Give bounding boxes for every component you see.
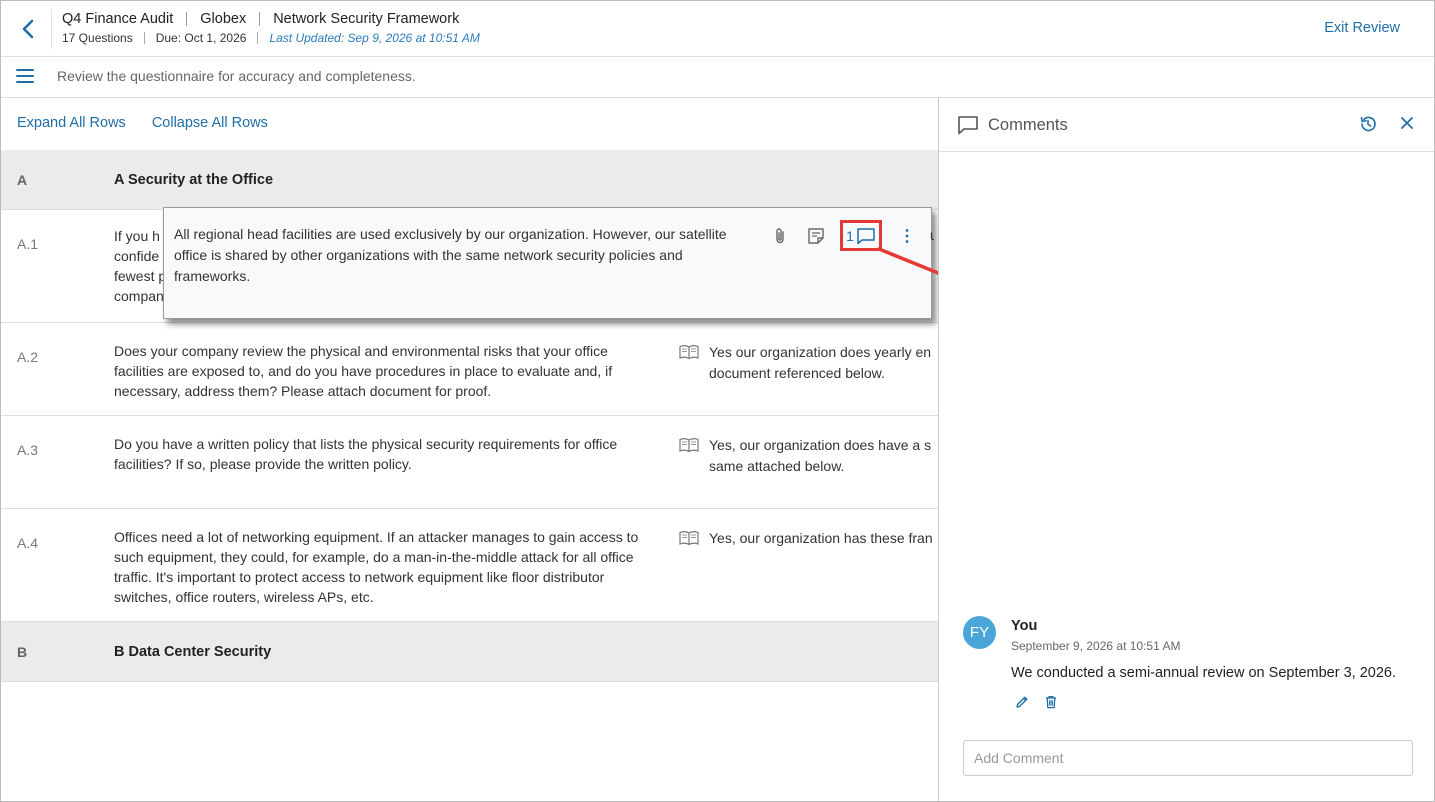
header-divider xyxy=(51,9,52,49)
question-text: Offices need a lot of networking equipme… xyxy=(114,529,639,605)
peek-text: u xyxy=(930,227,934,243)
note-button[interactable] xyxy=(806,226,826,246)
question-count: 17 Questions xyxy=(62,31,133,45)
trash-icon[interactable] xyxy=(1044,695,1058,709)
close-icon[interactable] xyxy=(1400,116,1414,130)
exit-review-button[interactable]: Exit Review xyxy=(1324,20,1400,36)
section-row-b[interactable]: B B Data Center Security xyxy=(1,622,938,682)
meta-info: 17 Questions Due: Oct 1, 2026 Last Updat… xyxy=(62,31,480,45)
section-name: B Data Center Security xyxy=(114,644,272,660)
book-icon xyxy=(679,437,699,453)
book-icon xyxy=(679,530,699,546)
back-button[interactable] xyxy=(15,15,41,43)
comment-timestamp: September 9, 2026 at 10:51 AM xyxy=(1011,639,1181,653)
due-date: Due: Oct 1, 2026 xyxy=(155,31,247,45)
questionnaire-pane: Expand All Rows Collapse All Rows A A Se… xyxy=(1,98,938,801)
expand-all-rows-link[interactable]: Expand All Rows xyxy=(17,115,126,131)
question-text: Do you have a written policy that lists … xyxy=(114,436,618,472)
question-row-a4[interactable]: A.4 Offices need a lot of networking equ… xyxy=(1,509,938,622)
history-icon[interactable] xyxy=(1359,115,1377,133)
section-name: A Security at the Office xyxy=(114,172,274,188)
note-icon xyxy=(808,228,824,244)
comment-icon xyxy=(958,116,978,135)
question-row-a2[interactable]: A.2 Does your company review the physica… xyxy=(1,323,938,416)
popover-answer-text: All regional head facilities are used ex… xyxy=(174,226,727,284)
book-icon xyxy=(679,344,699,360)
answer-text: Yes our organization does yearly en docu… xyxy=(709,344,932,381)
paperclip-icon xyxy=(776,228,784,244)
menu-icon[interactable] xyxy=(16,69,34,85)
instruction-text: Review the questionnaire for accuracy an… xyxy=(57,68,416,84)
question-text: Does your company review the physical an… xyxy=(114,343,613,399)
comment-body: We conducted a semi-annual review on Sep… xyxy=(1011,665,1397,681)
question-code: A.1 xyxy=(17,236,39,252)
question-code: A.4 xyxy=(17,535,39,551)
collapse-all-rows-link[interactable]: Collapse All Rows xyxy=(152,115,268,131)
comment-count: 1 xyxy=(846,227,854,244)
answer-popover: All regional head facilities are used ex… xyxy=(163,207,934,319)
question-code: A.2 xyxy=(17,349,39,365)
comments-header: Comments xyxy=(939,98,1434,152)
row-toggle-links: Expand All Rows Collapse All Rows xyxy=(17,115,268,131)
comments-title: Comments xyxy=(988,116,1068,134)
comments-panel: Comments FY You September 9, 2026 at 10:… xyxy=(938,98,1434,801)
project-name: Q4 Finance Audit xyxy=(62,11,174,27)
breadcrumb: Q4 Finance Audit Globex Network Security… xyxy=(62,11,459,27)
last-updated: Last Updated: Sep 9, 2026 at 10:51 AM xyxy=(269,31,480,45)
attachment-button[interactable] xyxy=(770,226,790,246)
comment-author: You xyxy=(1011,618,1038,634)
more-options-button[interactable] xyxy=(897,226,917,246)
more-vertical-icon xyxy=(905,229,909,243)
comment-button[interactable]: 1 xyxy=(840,220,882,251)
section-code: A xyxy=(17,172,28,188)
avatar: FY xyxy=(963,616,996,649)
answer-text: Yes, our organization does have a s same… xyxy=(709,437,932,474)
comment-icon xyxy=(857,227,875,244)
add-comment-input[interactable] xyxy=(963,740,1413,776)
answer-text: Yes, our organization has these fran xyxy=(709,530,933,546)
pencil-icon[interactable] xyxy=(1015,695,1029,709)
app-window: Q4 Finance Audit Globex Network Security… xyxy=(0,0,1435,802)
company-name: Globex xyxy=(200,11,247,27)
back-chevron-icon xyxy=(22,19,34,39)
section-code: B xyxy=(17,644,28,660)
framework-name: Network Security Framework xyxy=(273,11,460,27)
section-row-a[interactable]: A A Security at the Office xyxy=(1,150,938,210)
top-header: Q4 Finance Audit Globex Network Security… xyxy=(1,1,1434,57)
instruction-bar: Review the questionnaire for accuracy an… xyxy=(1,57,1434,98)
question-row-a3[interactable]: A.3 Do you have a written policy that li… xyxy=(1,416,938,509)
question-code: A.3 xyxy=(17,442,39,458)
